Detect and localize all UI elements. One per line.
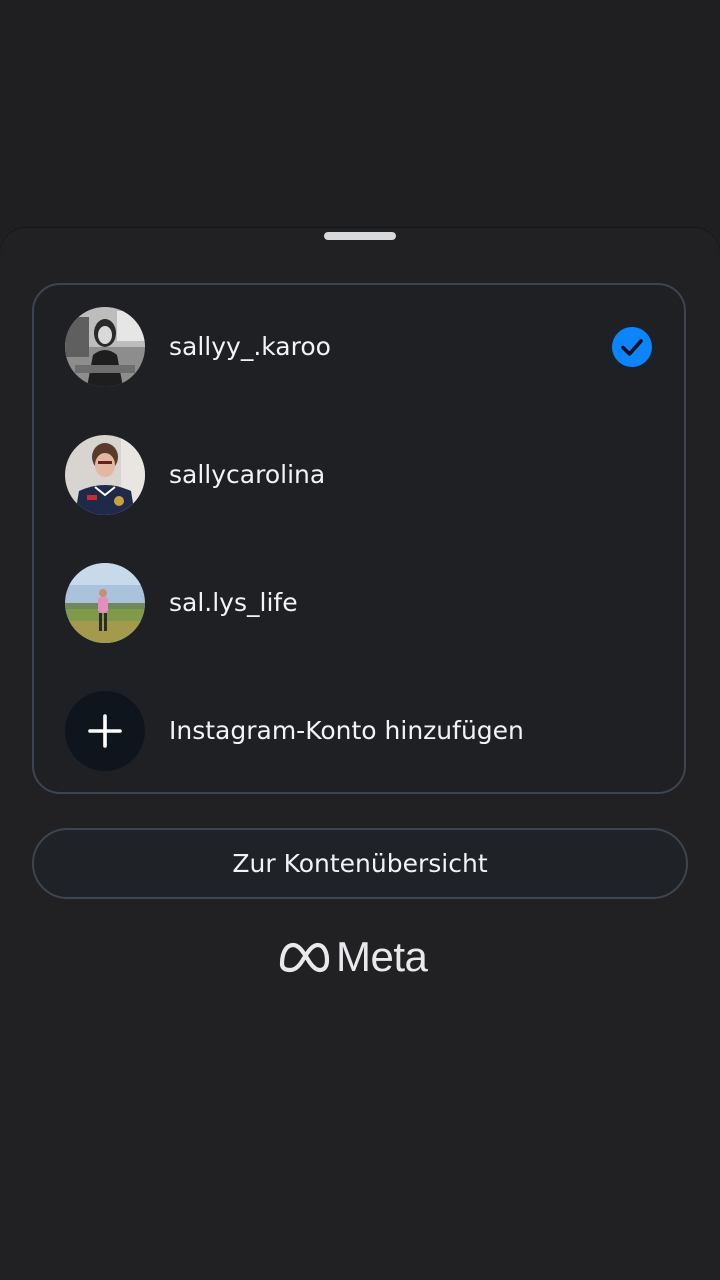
account-switcher-screen: sallyy_.karoo sallycarolina sal.lys_life… xyxy=(0,0,720,1280)
add-account-row[interactable]: Instagram-Konto hinzufügen xyxy=(34,679,684,783)
sheet-drag-handle[interactable] xyxy=(324,232,396,240)
dimmed-background[interactable] xyxy=(0,0,720,232)
accounts-center-button[interactable]: Zur Kontenübersicht xyxy=(32,828,688,899)
profile-photo-jersey xyxy=(65,435,145,515)
account-row-sallyy-karoo[interactable]: sallyy_.karoo xyxy=(34,295,684,399)
selected-check-icon xyxy=(612,327,652,367)
account-username: sallyy_.karoo xyxy=(169,332,331,361)
account-username: sal.lys_life xyxy=(169,588,298,617)
account-row-sallycarolina[interactable]: sallycarolina xyxy=(34,423,684,527)
avatar xyxy=(65,435,145,515)
meta-wordmark: Meta xyxy=(336,933,428,980)
bottom-sheet: sallyy_.karoo sallycarolina sal.lys_life… xyxy=(0,228,720,1280)
account-row-sal-lys-life[interactable]: sal.lys_life xyxy=(34,551,684,655)
account-username: sallycarolina xyxy=(169,460,326,489)
profile-photo-bw xyxy=(65,307,145,387)
meta-logo: Meta xyxy=(278,932,448,982)
profile-photo-field xyxy=(65,563,145,643)
accounts-list: sallyy_.karoo sallycarolina sal.lys_life… xyxy=(32,283,686,794)
avatar xyxy=(65,563,145,643)
plus-icon xyxy=(65,691,145,771)
meta-infinity-icon xyxy=(279,942,330,973)
add-account-label: Instagram-Konto hinzufügen xyxy=(169,716,524,745)
avatar xyxy=(65,307,145,387)
